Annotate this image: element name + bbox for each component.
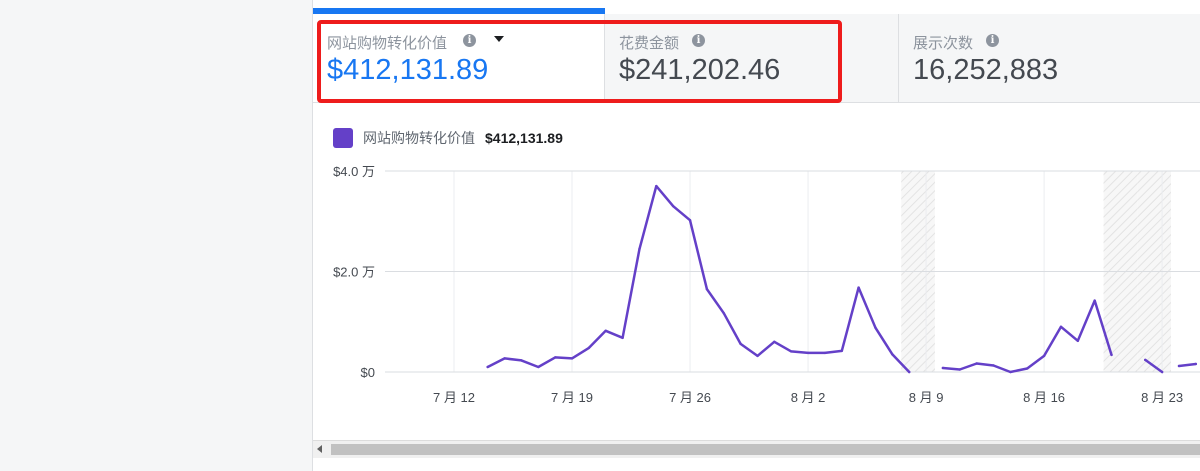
- data-point: [823, 351, 827, 355]
- data-point: [1009, 370, 1012, 374]
- data-point: [1042, 354, 1046, 358]
- metric-card-purchase-value[interactable]: 网站购物转化价值 i $412,131.89: [313, 14, 605, 102]
- data-point: [874, 326, 877, 329]
- x-tick-label: 8 月 23: [1141, 390, 1183, 405]
- data-point: [638, 247, 641, 251]
- legend-value: $412,131.89: [485, 130, 563, 146]
- data-point: [1110, 353, 1113, 357]
- data-point: [520, 359, 523, 362]
- x-tick-label: 8 月 16: [1023, 390, 1065, 405]
- data-point: [1093, 299, 1096, 302]
- data-point: [756, 354, 759, 358]
- data-point: [1076, 339, 1080, 343]
- info-icon[interactable]: i: [986, 34, 999, 47]
- data-point: [553, 356, 557, 359]
- data-point: [503, 357, 506, 360]
- caret-down-icon[interactable]: [494, 36, 504, 42]
- data-point: [705, 287, 709, 291]
- metric-label: 展示次数: [913, 35, 974, 52]
- data-point: [857, 286, 860, 289]
- metric-value: 16,252,883: [913, 54, 1059, 86]
- metric-value: $412,131.89: [327, 54, 489, 86]
- info-icon[interactable]: i: [692, 34, 705, 47]
- legend-label: 网站购物转化价值: [363, 130, 475, 146]
- scrollbar-thumb[interactable]: [331, 444, 1200, 455]
- data-point: [1194, 362, 1198, 366]
- y-tick-label: $0: [361, 365, 375, 380]
- data-point: [604, 329, 607, 332]
- data-point: [1160, 370, 1164, 374]
- data-point: [739, 342, 742, 346]
- info-icon[interactable]: i: [463, 34, 476, 47]
- data-point: [671, 204, 675, 208]
- data-point: [1144, 358, 1147, 362]
- x-tick-label: 7 月 12: [433, 390, 475, 405]
- x-tick-label: 8 月 9: [909, 390, 944, 405]
- x-tick-label: 7 月 26: [669, 390, 711, 405]
- data-point: [773, 340, 776, 344]
- metric-label: 花费金额: [619, 35, 680, 52]
- data-point: [486, 365, 489, 369]
- scroll-left-arrow-icon[interactable]: [317, 445, 322, 453]
- y-tick-label: $4.0 万: [333, 164, 375, 179]
- data-point: [587, 346, 591, 350]
- data-point: [655, 184, 658, 188]
- metric-value: $241,202.46: [619, 54, 781, 86]
- metric-card-spend[interactable]: 花费金额 i $241,202.46: [605, 14, 899, 102]
- line-chart: $0 $2.0 万 $4.0 万 7 月 12 7 月 19 7 月 26 8 月 2 8 月…: [333, 164, 1200, 405]
- data-point: [908, 370, 911, 374]
- data-point: [975, 362, 978, 365]
- data-point: [790, 350, 793, 353]
- data-point: [1026, 367, 1029, 370]
- data-point: [621, 336, 624, 340]
- x-tick-label: 8 月 2: [791, 390, 826, 405]
- data-point: [958, 368, 961, 371]
- data-point: [1177, 364, 1181, 368]
- legend-swatch[interactable]: [333, 128, 353, 148]
- y-tick-label: $2.0 万: [333, 265, 375, 280]
- metric-card-impressions[interactable]: 展示次数 i 16,252,883: [899, 14, 1200, 102]
- data-point: [688, 219, 692, 222]
- x-tick-label: 7 月 19: [551, 390, 593, 405]
- horizontal-scrollbar[interactable]: [313, 440, 1200, 458]
- data-point: [570, 357, 574, 360]
- data-point: [840, 349, 843, 353]
- data-point: [537, 365, 540, 369]
- data-point: [891, 353, 894, 356]
- series-line: [486, 184, 1198, 374]
- data-point: [941, 366, 945, 370]
- data-point: [1059, 325, 1063, 328]
- metrics-row: 网站购物转化价值 i $412,131.89 花费金额 i $241,202.4…: [313, 14, 1200, 103]
- metric-label: 网站购物转化价值: [327, 35, 448, 52]
- data-point: [806, 351, 810, 355]
- chart-legend: 网站购物转化价值 $412,131.89: [333, 128, 563, 148]
- data-point: [992, 364, 995, 367]
- data-point: [722, 312, 725, 315]
- insights-panel: 网站购物转化价值 i $412,131.89 花费金额 i $241,202.4…: [312, 0, 1200, 471]
